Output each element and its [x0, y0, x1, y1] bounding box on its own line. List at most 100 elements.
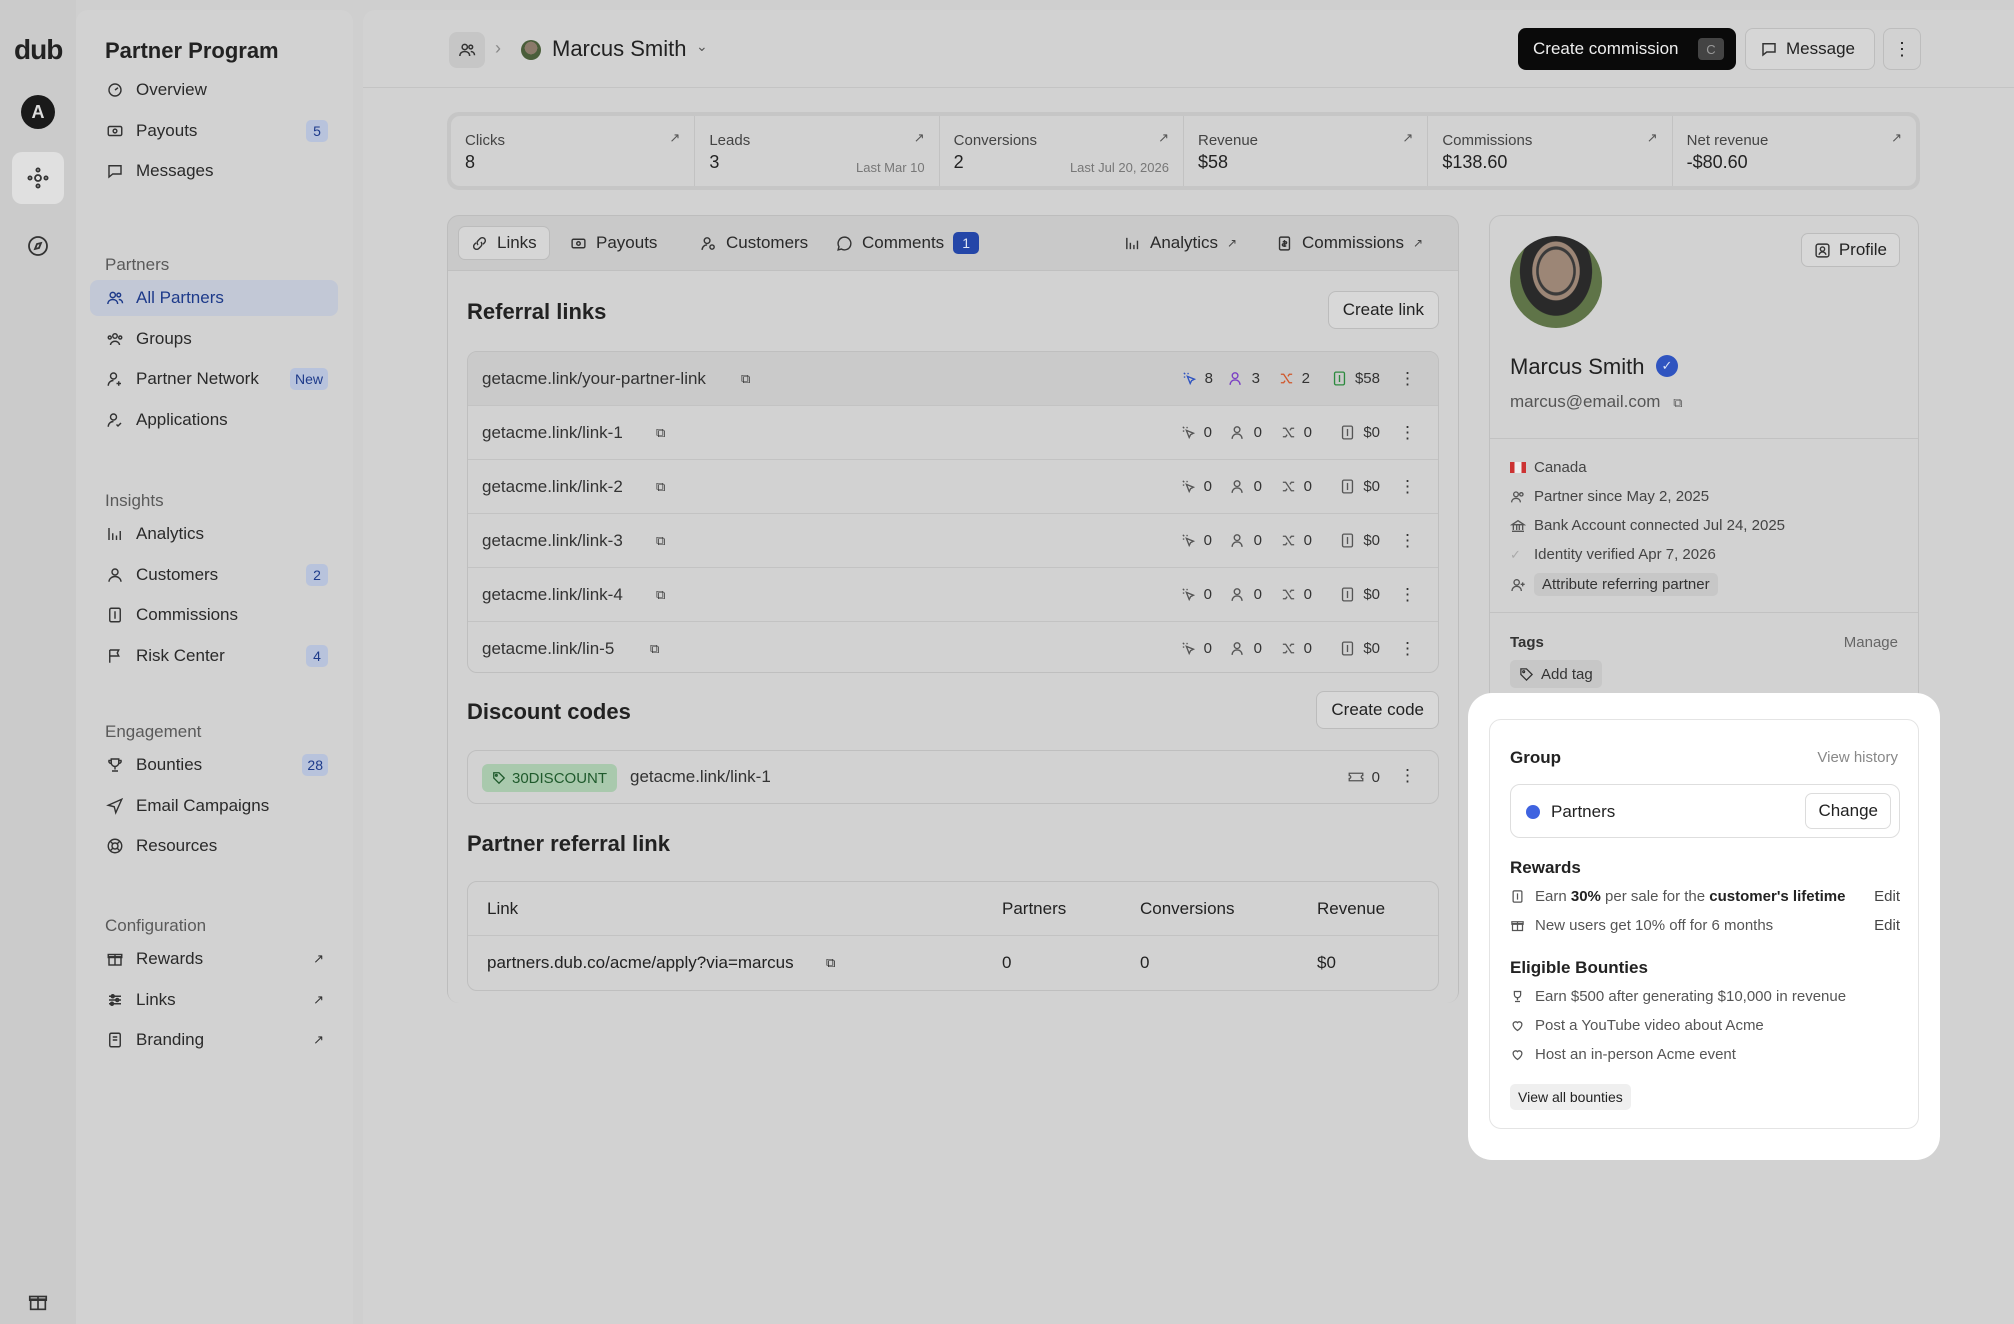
- chevron-down-icon[interactable]: ⌄: [696, 38, 708, 55]
- compass-icon[interactable]: [12, 220, 64, 272]
- referral-link-url: getacme.link/link-3: [482, 530, 623, 550]
- check-icon: ✓: [1510, 546, 1521, 562]
- tab-payouts[interactable]: Payouts: [558, 226, 669, 260]
- users-icon: [1511, 490, 1524, 502]
- bounty-item[interactable]: Earn $500 after generating $10,000 in re…: [1510, 988, 1900, 1005]
- gift-icon[interactable]: [12, 1282, 64, 1322]
- overview-icon: [108, 83, 122, 97]
- copy-icon[interactable]: ⧉: [656, 587, 665, 603]
- more-options-button[interactable]: ⋮: [1883, 28, 1921, 70]
- sidebar-item-branding[interactable]: Branding ↗: [90, 1022, 338, 1058]
- message-button[interactable]: Message: [1745, 28, 1875, 70]
- attribute-referring-partner-chip[interactable]: Attribute referring partner: [1534, 573, 1718, 596]
- cursor-click-icon: [1182, 588, 1195, 602]
- list-item[interactable]: getacme.link/link-2 ⧉ 0 0 0 $0 ⋮: [468, 460, 1438, 514]
- discount-code-link: getacme.link/link-1: [630, 767, 771, 786]
- sidebar-item-overview[interactable]: Overview: [90, 72, 338, 108]
- list-item[interactable]: getacme.link/link-3 ⧉ 0 0 0 $0 ⋮: [468, 514, 1438, 568]
- bounty-item[interactable]: Post a YouTube video about Acme: [1510, 1017, 1900, 1034]
- sidebar-item-risk-center[interactable]: Risk Center 4: [90, 638, 338, 674]
- divider: [1490, 438, 1918, 439]
- sidebar-item-all-partners[interactable]: All Partners: [90, 280, 338, 316]
- copy-icon[interactable]: ⧉: [650, 641, 659, 657]
- stat-clicks[interactable]: Clicks 8 ↗: [451, 116, 696, 186]
- sidebar-item-resources[interactable]: Resources: [90, 828, 338, 864]
- referral-link-url: getacme.link/your-partner-link: [482, 368, 706, 388]
- link-more-button[interactable]: ⋮: [1399, 369, 1416, 389]
- breadcrumb-chevron-icon: ›: [495, 38, 501, 58]
- stat-leads[interactable]: Leads 3 Last Mar 10 ↗: [695, 116, 940, 186]
- link-more-button[interactable]: ⋮: [1399, 423, 1416, 443]
- create-code-button[interactable]: Create code: [1316, 691, 1439, 729]
- gift-icon: [107, 953, 123, 966]
- network-icon: [106, 370, 124, 388]
- discount-more-button[interactable]: ⋮: [1399, 766, 1416, 786]
- external-link-icon: ↗: [1646, 130, 1658, 145]
- profile-button[interactable]: Profile: [1800, 233, 1900, 267]
- referral-link-url: getacme.link/link-2: [482, 476, 623, 496]
- sidebar-item-groups[interactable]: Groups: [90, 321, 338, 357]
- analytics-icon: [106, 525, 124, 543]
- sidebar-item-applications[interactable]: Applications: [90, 402, 338, 438]
- copy-icon[interactable]: ⧉: [826, 955, 835, 971]
- edit-discount-button[interactable]: Edit: [1874, 917, 1900, 934]
- sidebar-item-messages[interactable]: Messages: [90, 153, 338, 189]
- list-item[interactable]: getacme.link/lin-5 ⧉ 0 0 0 $0 ⋮: [468, 622, 1438, 672]
- copy-icon[interactable]: ⧉: [741, 371, 750, 387]
- tab-commissions[interactable]: Commissions ↗: [1264, 226, 1435, 260]
- partners-breadcrumb-icon[interactable]: [449, 32, 485, 68]
- link-more-button[interactable]: ⋮: [1399, 585, 1416, 605]
- view-all-bounties-button[interactable]: View all bounties: [1510, 1084, 1631, 1110]
- sidebar-item-email-campaigns[interactable]: Email Campaigns: [90, 788, 338, 824]
- stat-revenue[interactable]: Revenue $58 ↗: [1183, 116, 1429, 186]
- tab-analytics[interactable]: Analytics ↗: [1112, 226, 1249, 260]
- change-group-button[interactable]: Change: [1805, 793, 1891, 829]
- sidebar-item-payouts[interactable]: Payouts 5: [90, 113, 338, 149]
- partners-nav-icon[interactable]: [12, 152, 64, 204]
- discount-code-text: 30DISCOUNT: [512, 769, 608, 787]
- tab-comments[interactable]: Comments 1: [824, 226, 991, 260]
- bounty-item[interactable]: Host an in-person Acme event: [1510, 1046, 1900, 1063]
- sidebar-item-links[interactable]: Links ↗: [90, 982, 338, 1018]
- create-commission-button[interactable]: Create commission C: [1518, 28, 1736, 70]
- add-tag-button[interactable]: Add tag: [1510, 660, 1602, 688]
- link-more-button[interactable]: ⋮: [1399, 639, 1416, 659]
- partner-since: Partner since May 2, 2025: [1510, 488, 1709, 505]
- manage-tags-link[interactable]: Manage: [1844, 634, 1898, 651]
- list-item[interactable]: getacme.link/link-4 ⧉ 0 0 0 $0 ⋮: [468, 568, 1438, 622]
- link-revenue-value: $0: [1363, 586, 1380, 603]
- attribute-referring-partner[interactable]: Attribute referring partner: [1510, 573, 1718, 596]
- reward-discount: New users get 10% off for 6 months Edit: [1510, 917, 1900, 934]
- referral-links-list: getacme.link/your-partner-link ⧉ 8 3 2 $58 ⋮ ge…: [467, 351, 1439, 673]
- list-item[interactable]: getacme.link/link-1 ⧉ 0 0 0 $0 ⋮: [468, 406, 1438, 460]
- partner-name-breadcrumb[interactable]: Marcus Smith: [552, 36, 686, 62]
- workspace-avatar[interactable]: A: [21, 95, 55, 129]
- partner-avatar-small: [521, 40, 541, 60]
- copy-icon[interactable]: ⧉: [656, 479, 665, 495]
- edit-reward-button[interactable]: Edit: [1874, 888, 1900, 905]
- copy-icon[interactable]: ⧉: [656, 533, 665, 549]
- sidebar-item-commissions[interactable]: Commissions: [90, 597, 338, 633]
- link-more-button[interactable]: ⋮: [1399, 531, 1416, 551]
- tab-links[interactable]: Links: [458, 226, 550, 260]
- sidebar-item-partner-network[interactable]: Partner Network New: [90, 361, 338, 397]
- copy-icon[interactable]: ⧉: [656, 425, 665, 441]
- link-clicks-value: 0: [1203, 424, 1212, 441]
- sidebar-item-customers[interactable]: Customers 2: [90, 557, 338, 593]
- link-more-button[interactable]: ⋮: [1399, 477, 1416, 497]
- stat-conversions[interactable]: Conversions 2 Last Jul 20, 2026 ↗: [939, 116, 1184, 186]
- sidebar-item-analytics[interactable]: Analytics: [90, 516, 338, 552]
- discount-code-row[interactable]: 30DISCOUNT getacme.link/link-1 0 ⋮: [467, 750, 1439, 804]
- tab-customers[interactable]: Customers: [688, 226, 820, 260]
- sidebar-item-label: Bounties: [136, 755, 203, 774]
- sidebar-item-rewards[interactable]: Rewards ↗: [90, 941, 338, 977]
- view-history-link[interactable]: View history: [1817, 749, 1898, 766]
- list-item[interactable]: getacme.link/your-partner-link ⧉ 8 3 2 $58 ⋮: [468, 352, 1438, 406]
- user-icon: [1229, 372, 1241, 385]
- stat-commissions[interactable]: Commissions $138.60 ↗: [1428, 116, 1673, 186]
- create-link-button[interactable]: Create link: [1327, 291, 1439, 329]
- sidebar-item-bounties[interactable]: Bounties 28: [90, 747, 338, 783]
- stat-net-revenue[interactable]: Net revenue -$80.60 ↗: [1672, 116, 1916, 186]
- referral-conversions-value: 0: [1140, 953, 1150, 972]
- copy-icon[interactable]: ⧉: [1673, 395, 1682, 410]
